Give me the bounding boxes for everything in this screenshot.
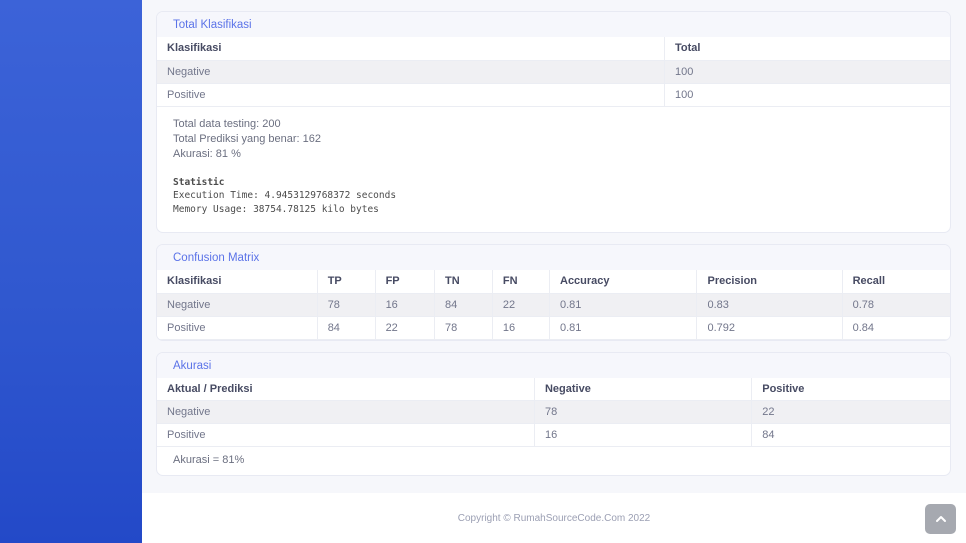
table-row: Negative 100 xyxy=(157,59,950,84)
column-header: Accuracy xyxy=(548,270,698,294)
table-cell: 78 xyxy=(434,315,493,340)
column-header: Negative xyxy=(533,377,753,401)
column-header: Precision xyxy=(696,270,843,294)
table-cell: 16 xyxy=(491,315,551,340)
footer: Copyright © RumahSourceCode.Com 2022 xyxy=(142,493,966,543)
akurasi-note: Akurasi = 81% xyxy=(173,454,245,466)
main-area: Total Klasifikasi Klasifikasi Total Nega… xyxy=(142,0,966,543)
statistic-title: Statistic xyxy=(173,176,225,188)
table-cell: 78 xyxy=(533,400,753,424)
total-klasifikasi-table: Klasifikasi Total Negative 100 Positive … xyxy=(157,37,950,107)
table-cell: 0.792 xyxy=(696,315,843,340)
table-cell: Positive xyxy=(157,423,535,447)
content-area: Total Klasifikasi Klasifikasi Total Nega… xyxy=(142,0,966,493)
table-row: Positive 16 84 xyxy=(157,423,950,447)
card-akurasi: Akurasi Aktual / Prediksi Negative Posit… xyxy=(156,351,951,476)
card-confusion-matrix: Confusion Matrix Klasifikasi TP FP TN FN… xyxy=(156,244,951,341)
column-header: Aktual / Prediksi xyxy=(157,377,535,401)
table-cell: 16 xyxy=(533,423,753,447)
card-total-klasifikasi: Total Klasifikasi Klasifikasi Total Nega… xyxy=(156,11,951,233)
table-cell: 0.84 xyxy=(841,315,950,340)
statistic-block: Statistic Execution Time: 4.945312976837… xyxy=(173,176,934,217)
card-title: Confusion Matrix xyxy=(157,245,950,270)
card-title: Total Klasifikasi xyxy=(157,12,950,37)
akurasi-table: Aktual / Prediksi Negative Positive Nega… xyxy=(157,377,950,447)
table-cell: 16 xyxy=(374,292,436,317)
table-row: Positive 100 xyxy=(157,82,950,107)
chevron-up-icon xyxy=(935,515,947,523)
table-cell: 22 xyxy=(751,400,950,424)
table-row: Negative 78 22 xyxy=(157,400,950,424)
table-row: Negative 78 16 84 22 0.81 0.83 0.78 xyxy=(157,292,950,317)
table-cell: 84 xyxy=(751,423,950,447)
card-title: Akurasi xyxy=(157,352,950,378)
summary-line: Total data testing: 200 xyxy=(173,117,281,130)
summary-block: Total data testing: 200 Total Prediksi y… xyxy=(157,107,950,233)
copyright-text: Copyright © RumahSourceCode.Com 2022 xyxy=(457,512,651,524)
table-cell: 0.81 xyxy=(548,315,698,340)
summary-line: Total Prediksi yang benar: 162 xyxy=(173,132,321,145)
table-cell: 0.83 xyxy=(696,292,843,317)
column-header: FP xyxy=(374,270,436,294)
table-header-row: Aktual / Prediksi Negative Positive xyxy=(157,377,950,401)
column-header: Klasifikasi xyxy=(157,37,666,61)
table-cell: Negative xyxy=(157,59,666,84)
column-header: Recall xyxy=(841,270,950,294)
table-cell: 0.81 xyxy=(548,292,698,317)
table-cell: 100 xyxy=(664,82,950,107)
column-header: Total xyxy=(664,37,950,61)
summary-line: Akurasi: 81 % xyxy=(173,147,241,160)
scroll-to-top-button[interactable] xyxy=(925,504,956,534)
table-row: Positive 84 22 78 16 0.81 0.792 0.84 xyxy=(157,315,950,340)
column-header: FN xyxy=(491,270,551,294)
column-header: Positive xyxy=(751,377,950,401)
table-cell: 84 xyxy=(434,292,493,317)
table-cell: 0.78 xyxy=(841,292,950,317)
column-header: TN xyxy=(434,270,493,294)
table-cell: Negative xyxy=(157,292,318,317)
table-header-row: Klasifikasi TP FP TN FN Accuracy Precisi… xyxy=(157,270,950,294)
sidebar xyxy=(0,0,142,543)
column-header: TP xyxy=(316,270,376,294)
memory-usage: Memory Usage: 38754.78125 kilo bytes xyxy=(173,203,379,215)
execution-time: Execution Time: 4.9453129768372 seconds xyxy=(173,190,397,201)
table-cell: Positive xyxy=(157,82,666,107)
table-header-row: Klasifikasi Total xyxy=(157,37,950,61)
table-cell: 22 xyxy=(374,315,436,340)
table-cell: Positive xyxy=(157,315,318,340)
column-header: Klasifikasi xyxy=(157,270,318,294)
table-cell: 100 xyxy=(664,59,950,84)
table-cell: 78 xyxy=(316,292,376,317)
table-cell: 22 xyxy=(491,292,551,317)
table-cell: 84 xyxy=(316,315,376,340)
app-window: Total Klasifikasi Klasifikasi Total Nega… xyxy=(0,0,966,543)
confusion-matrix-table: Klasifikasi TP FP TN FN Accuracy Precisi… xyxy=(157,270,950,340)
table-cell: Negative xyxy=(157,400,535,424)
